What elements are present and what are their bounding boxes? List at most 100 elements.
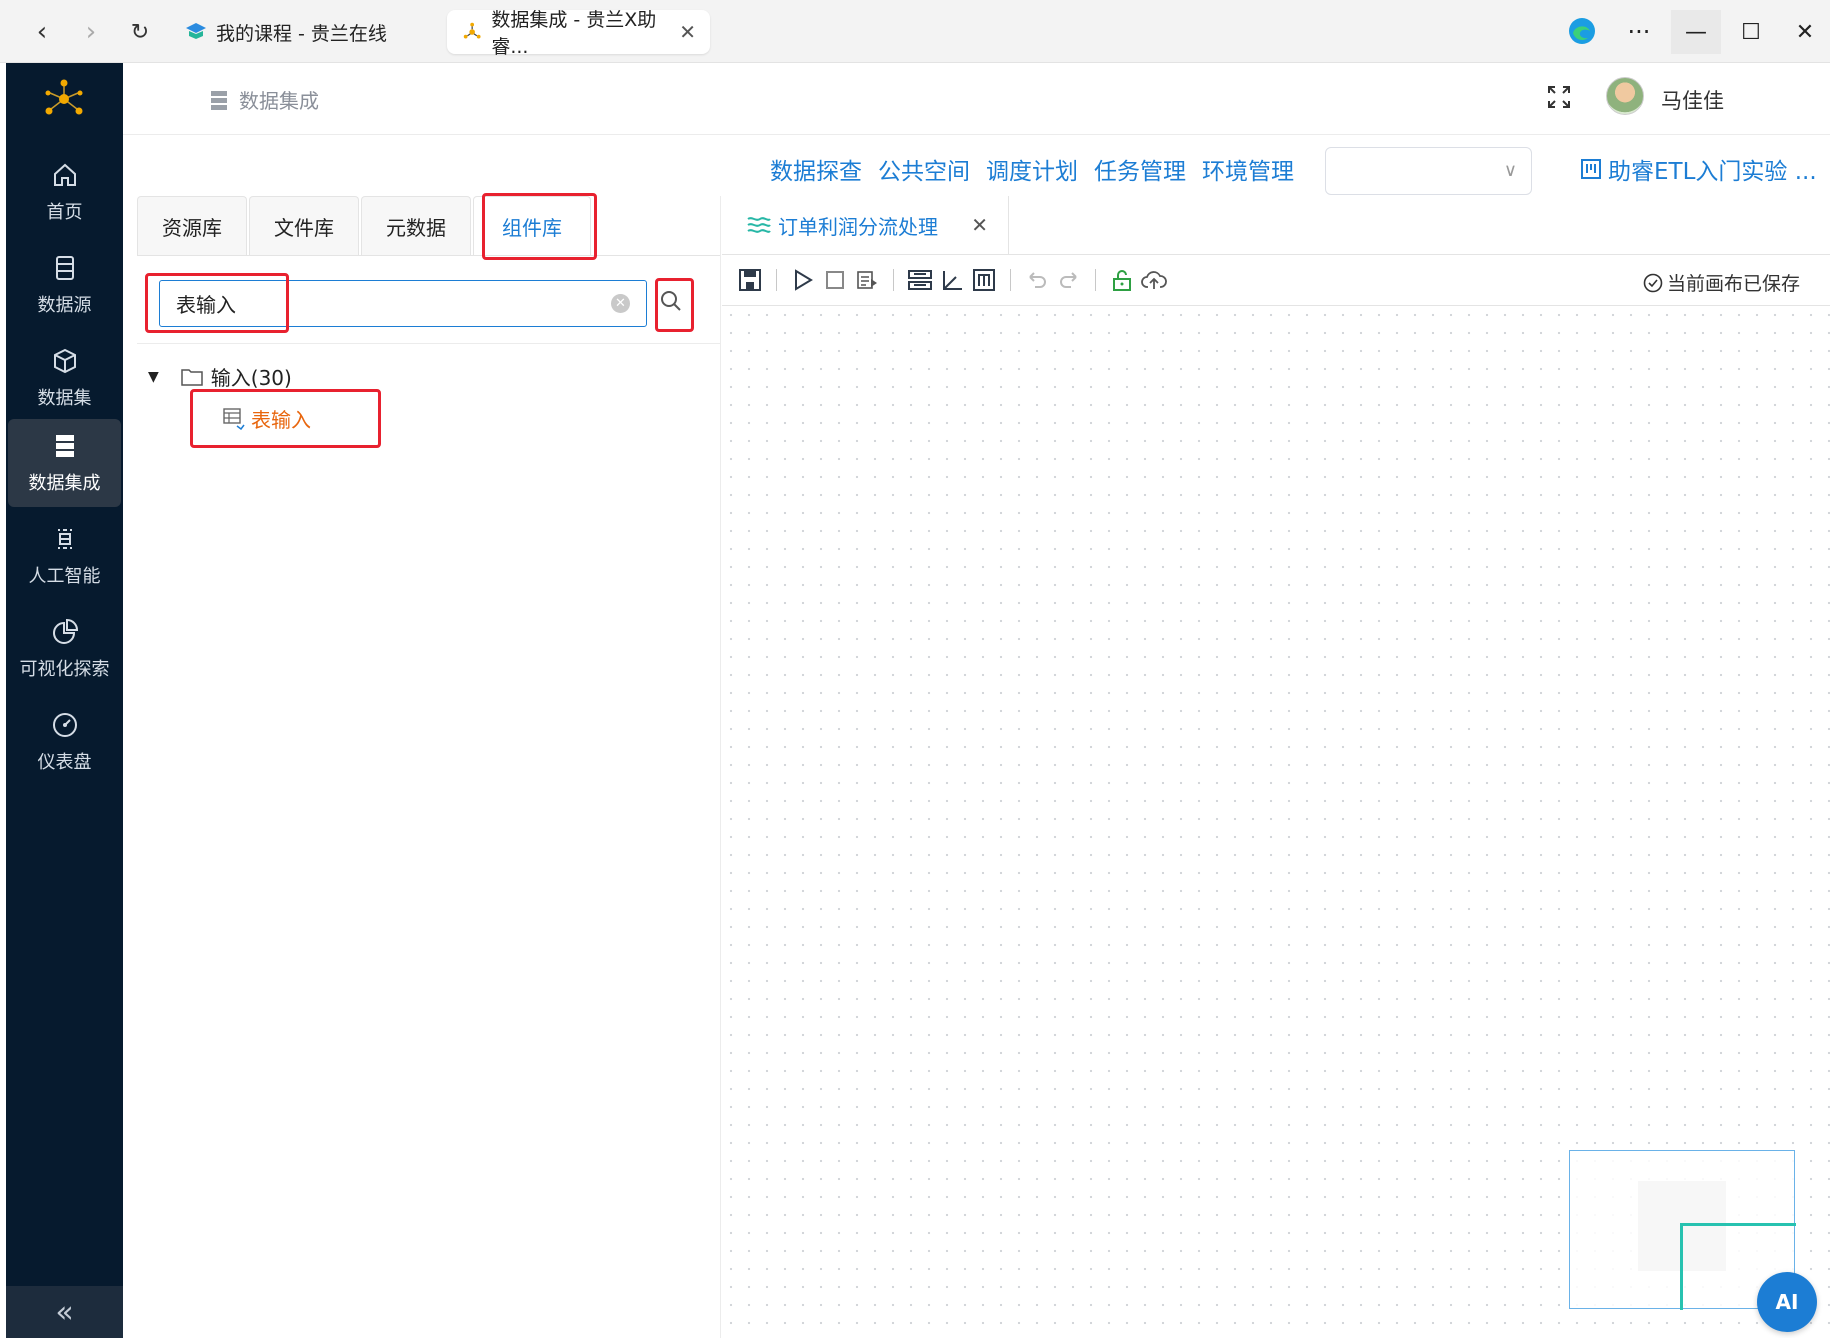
library-tabs: 资源库 文件库 元数据 组件库	[137, 196, 593, 256]
minimize-icon[interactable]: —	[1671, 10, 1721, 54]
environment-select[interactable]: ∨	[1325, 147, 1532, 195]
back-icon[interactable]: ‹	[24, 14, 60, 50]
tree-item-table-input[interactable]: 表输入	[223, 404, 311, 433]
save-icon[interactable]	[736, 266, 764, 294]
nav-home[interactable]: 首页	[6, 148, 123, 236]
toolbar-separator	[776, 269, 777, 291]
cube-icon	[53, 348, 76, 374]
browser-tab-courses[interactable]: 我的课程 - 贵兰在线	[170, 10, 440, 54]
component-search: ✕	[159, 280, 647, 327]
run-config-icon[interactable]	[853, 266, 881, 294]
gauge-icon	[52, 713, 77, 737]
top-menu: 数据探查 公共空间 调度计划 任务管理 环境管理	[770, 152, 1294, 186]
search-divider	[137, 343, 720, 344]
nav-data-integration[interactable]: 数据集成	[8, 419, 121, 507]
nav-label: 数据源	[37, 295, 92, 316]
clear-search-icon[interactable]: ✕	[611, 294, 630, 313]
refresh-icon[interactable]: ↻	[122, 14, 158, 50]
menu-env-management[interactable]: 环境管理	[1202, 152, 1294, 186]
nav-label: 首页	[46, 202, 83, 223]
upload-icon[interactable]	[1140, 266, 1168, 294]
browser-tab-title: 我的课程 - 贵兰在线	[216, 22, 387, 45]
tab-component-library[interactable]: 组件库	[473, 196, 591, 256]
chevron-down-icon: ∨	[1503, 160, 1517, 181]
collapse-sidebar-icon[interactable]: «	[6, 1286, 123, 1338]
avatar[interactable]	[1606, 77, 1644, 115]
unlock-icon[interactable]	[1108, 266, 1136, 294]
toolbar-separator	[893, 269, 894, 291]
app-logo-icon	[45, 79, 83, 115]
breadcrumb-label: 数据集成	[239, 89, 319, 113]
menu-data-explore[interactable]: 数据探查	[770, 152, 862, 186]
nav-visual-explore[interactable]: 可视化探索	[6, 605, 123, 693]
tree-item-label: 表输入	[251, 408, 311, 432]
course-favicon-icon	[186, 23, 206, 39]
nav-dashboard[interactable]: 仪表盘	[6, 698, 123, 786]
nav-label: 数据集	[37, 388, 92, 409]
tree-folder-label: 输入(30)	[210, 366, 292, 390]
database-icon	[55, 256, 74, 280]
save-status-text: 当前画布已保存	[1666, 273, 1800, 295]
nav-label: 人工智能	[28, 566, 101, 587]
toolbar-separator	[1095, 269, 1096, 291]
server-icon	[211, 90, 227, 110]
tab-metadata[interactable]: 元数据	[361, 196, 471, 256]
more-icon[interactable]: ···	[1614, 10, 1664, 54]
nav-datasource[interactable]: 数据源	[6, 241, 123, 329]
tab-file-library[interactable]: 文件库	[249, 196, 359, 256]
browser-tab-title: 数据集成 - 贵兰X助睿...	[491, 9, 657, 58]
project-icon	[1581, 159, 1601, 179]
server-icon	[55, 435, 74, 457]
fullscreen-icon[interactable]	[1548, 85, 1570, 115]
nav-dataset[interactable]: 数据集	[6, 334, 123, 422]
project-name: 助睿ETL入门实验 ...	[1608, 159, 1817, 185]
canvas-tab-order-profit[interactable]: 订单利润分流处理 ✕	[722, 196, 1009, 254]
close-window-icon[interactable]: ✕	[1780, 10, 1830, 54]
pie-chart-icon	[52, 618, 78, 644]
project-link[interactable]: 助睿ETL入门实验 ...	[1580, 152, 1817, 186]
tab-resource-library[interactable]: 资源库	[137, 196, 247, 256]
ai-icon	[57, 529, 72, 549]
caret-down-icon[interactable]: ▼	[148, 369, 159, 385]
close-tab-icon[interactable]: ✕	[679, 20, 696, 44]
table-input-icon	[223, 407, 245, 430]
nav-label: 仪表盘	[37, 752, 92, 773]
menu-schedule-plan[interactable]: 调度计划	[986, 152, 1078, 186]
side-navigation: 首页 数据源 数据集 数据集成 人工智能 可视化探索 仪表盘 «	[6, 63, 123, 1338]
username[interactable]: 马佳佳	[1661, 85, 1724, 115]
breadcrumb: 数据集成	[211, 85, 319, 114]
ai-assistant-button[interactable]: AI	[1757, 1272, 1817, 1332]
forward-icon[interactable]: ›	[73, 14, 109, 50]
nav-label: 数据集成	[28, 473, 101, 494]
panel-divider	[720, 196, 721, 1338]
menu-public-space[interactable]: 公共空间	[878, 152, 970, 186]
grid-icon[interactable]	[970, 266, 998, 294]
search-icon[interactable]	[660, 290, 682, 312]
menu-task-management[interactable]: 任务管理	[1094, 152, 1186, 186]
maximize-icon[interactable]: ☐	[1726, 10, 1776, 54]
app-favicon-icon	[463, 22, 481, 39]
flow-icon	[747, 217, 771, 233]
nav-ai[interactable]: 人工智能	[6, 512, 123, 600]
close-canvas-tab-icon[interactable]: ✕	[971, 213, 988, 237]
canvas-tab-title: 订单利润分流处理	[778, 214, 938, 239]
stop-icon[interactable]	[821, 266, 849, 294]
check-circle-icon	[1643, 273, 1663, 292]
folder-icon	[181, 368, 203, 386]
run-icon[interactable]	[789, 266, 817, 294]
home-icon	[53, 163, 76, 186]
tree-folder-input[interactable]: ▼ 输入(30)	[148, 362, 292, 391]
align-icon[interactable]	[906, 266, 934, 294]
component-search-input[interactable]	[160, 281, 646, 326]
browser-tab-integration[interactable]: 数据集成 - 贵兰X助睿... ✕	[447, 9, 710, 58]
library-tab-divider	[137, 255, 720, 256]
undo-icon[interactable]	[1023, 266, 1051, 294]
redo-icon[interactable]	[1055, 266, 1083, 294]
browser-chrome: ‹ › ↻ 我的课程 - 贵兰在线 数据集成 - 贵兰X助睿... ✕ ··· …	[0, 0, 1830, 63]
save-status: 当前画布已保存	[1643, 269, 1800, 296]
edge-icon[interactable]	[1567, 16, 1597, 46]
canvas-toolbar: 当前画布已保存	[722, 254, 1830, 306]
toolbar-separator	[1010, 269, 1011, 291]
nav-label: 可视化探索	[19, 659, 110, 680]
axis-icon[interactable]	[938, 266, 966, 294]
